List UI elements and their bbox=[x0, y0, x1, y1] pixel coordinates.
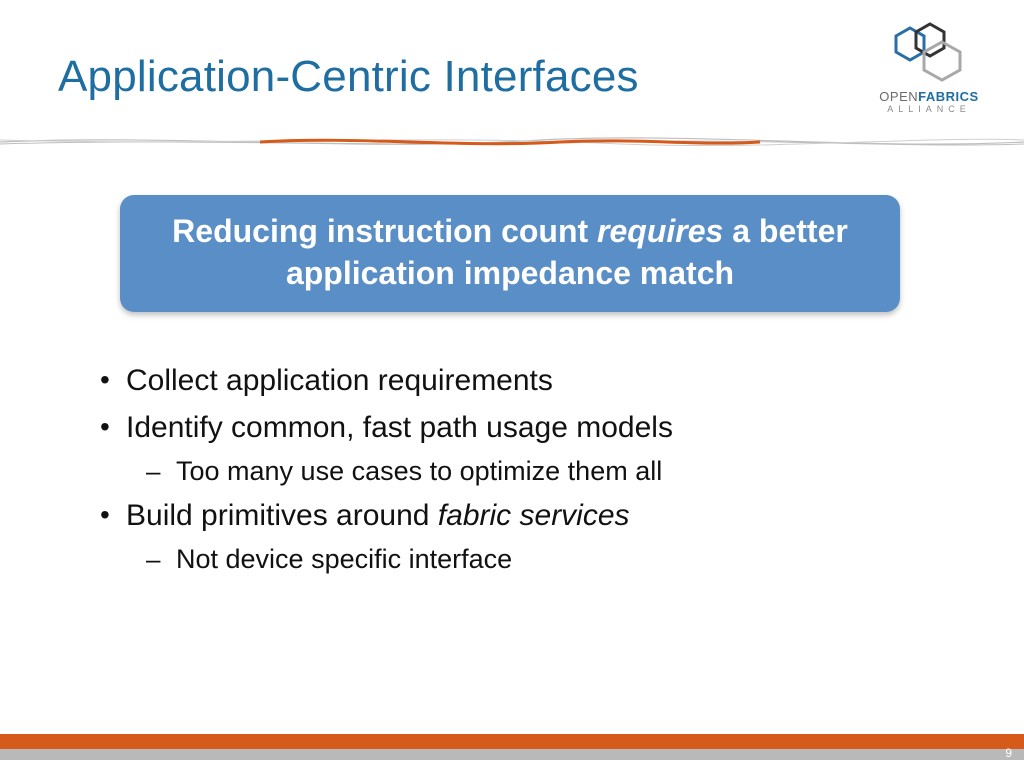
body-bullets: Collect application requirements Identif… bbox=[90, 358, 950, 581]
logo-open: OPEN bbox=[879, 89, 918, 104]
callout-em: requires bbox=[597, 213, 723, 249]
slide-title: Application-Centric Interfaces bbox=[58, 52, 639, 102]
hexagon-logo-icon bbox=[886, 22, 972, 82]
callout-part1: Reducing instruction count bbox=[172, 213, 597, 249]
footer-orange-bar bbox=[0, 734, 1024, 750]
footer-grey-bar bbox=[0, 749, 1024, 760]
bullet-2: Identify common, fast path usage models bbox=[90, 405, 950, 452]
page-number: 9 bbox=[1005, 746, 1012, 760]
logo-fabrics: FABRICS bbox=[918, 89, 979, 104]
logo-subtitle: ALLIANCE bbox=[864, 104, 994, 114]
bullet-3-em: fabric services bbox=[438, 499, 630, 532]
callout-box: Reducing instruction count requires a be… bbox=[120, 195, 900, 312]
bullet-3-pre: Build primitives around bbox=[126, 499, 438, 532]
bullet-2a: Too many use cases to optimize them all bbox=[90, 451, 950, 493]
slide: Application-Centric Interfaces OPENFABRI… bbox=[0, 0, 1024, 768]
bullet-1: Collect application requirements bbox=[90, 358, 950, 405]
openfabrics-logo: OPENFABRICS ALLIANCE bbox=[864, 22, 994, 114]
bullet-3: Build primitives around fabric services bbox=[90, 493, 950, 540]
bullet-3a: Not device specific interface bbox=[90, 539, 950, 581]
callout-text: Reducing instruction count requires a be… bbox=[148, 211, 872, 294]
logo-text: OPENFABRICS bbox=[864, 89, 994, 104]
divider-line bbox=[0, 130, 1024, 154]
